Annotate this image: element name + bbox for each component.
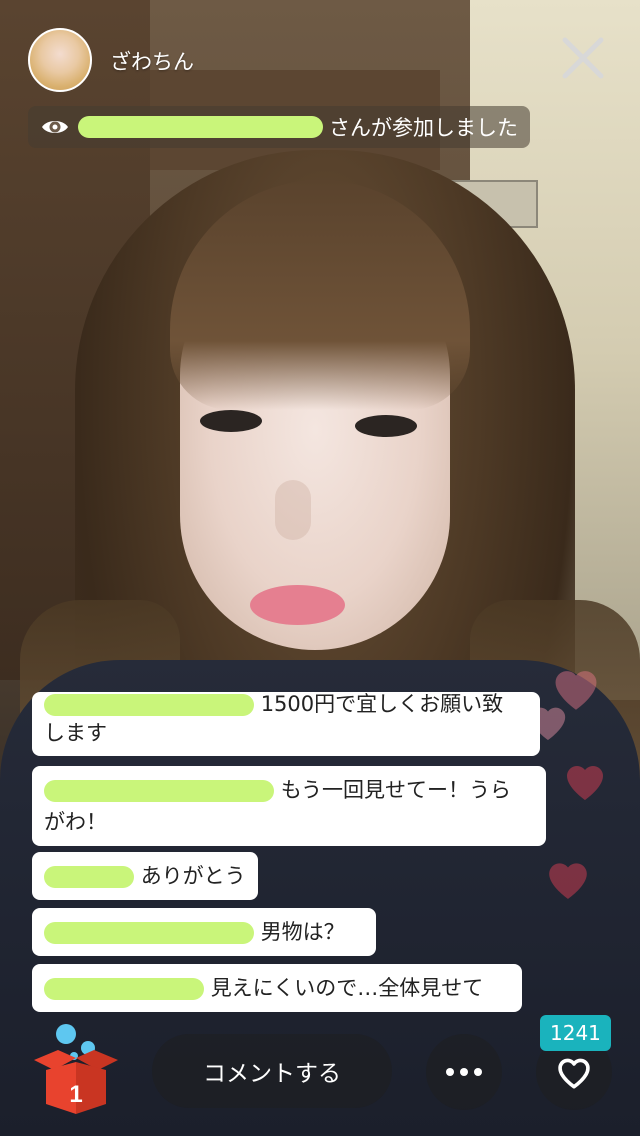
floating-heart-icon: [549, 863, 587, 899]
comment-text: ありがとう: [140, 864, 246, 888]
redacted-username: [44, 922, 254, 944]
comment-item: もう一回見せてー！うら がわ！: [32, 766, 546, 846]
left-eye: [200, 410, 262, 432]
join-text: さんが参加しました: [329, 116, 518, 140]
redacted-username: [44, 780, 274, 802]
redacted-username: [44, 978, 204, 1000]
more-button[interactable]: [426, 1034, 502, 1110]
comment-item: 見えにくいので…全体見せて: [32, 964, 522, 1012]
comment-text: 男物は？: [260, 920, 345, 944]
nose: [275, 480, 311, 540]
gift-button[interactable]: 1: [30, 1022, 122, 1114]
comment-text-cont: がわ！: [44, 810, 107, 834]
comment-item: ありがとう: [32, 852, 258, 900]
streamer-avatar[interactable]: [28, 28, 92, 92]
comment-text: 見えにくいので…全体見せて: [210, 976, 484, 1000]
lips: [250, 585, 345, 625]
right-eye: [355, 415, 417, 437]
ellipsis-icon: [446, 1068, 482, 1076]
floating-heart-icon: [567, 766, 603, 800]
streamer-name: ざわちん: [110, 50, 194, 74]
heart-icon: [558, 1058, 590, 1089]
join-notification: さんが参加しました: [28, 106, 530, 148]
eye-icon: [42, 121, 68, 133]
comment-text: 1500円で宜しくお願い致: [260, 692, 504, 716]
close-icon: [562, 37, 604, 79]
redacted-username: [44, 866, 134, 888]
redacted-username: [44, 694, 254, 716]
comment-item: 1500円で宜しくお願い致 します: [32, 692, 540, 756]
like-count-badge: 1241: [540, 1015, 611, 1051]
comment-button-label: コメントする: [203, 1061, 341, 1087]
comment-text: もう一回見せてー！うら: [280, 778, 512, 802]
redacted-username: [78, 116, 323, 138]
comment-button[interactable]: コメントする: [152, 1034, 392, 1108]
comment-item: 男物は？: [32, 908, 376, 956]
close-button[interactable]: [555, 30, 611, 86]
gift-box-icon: 1: [34, 1024, 118, 1114]
gift-count: 1: [69, 1081, 82, 1108]
comment-text-cont: します: [44, 721, 107, 745]
